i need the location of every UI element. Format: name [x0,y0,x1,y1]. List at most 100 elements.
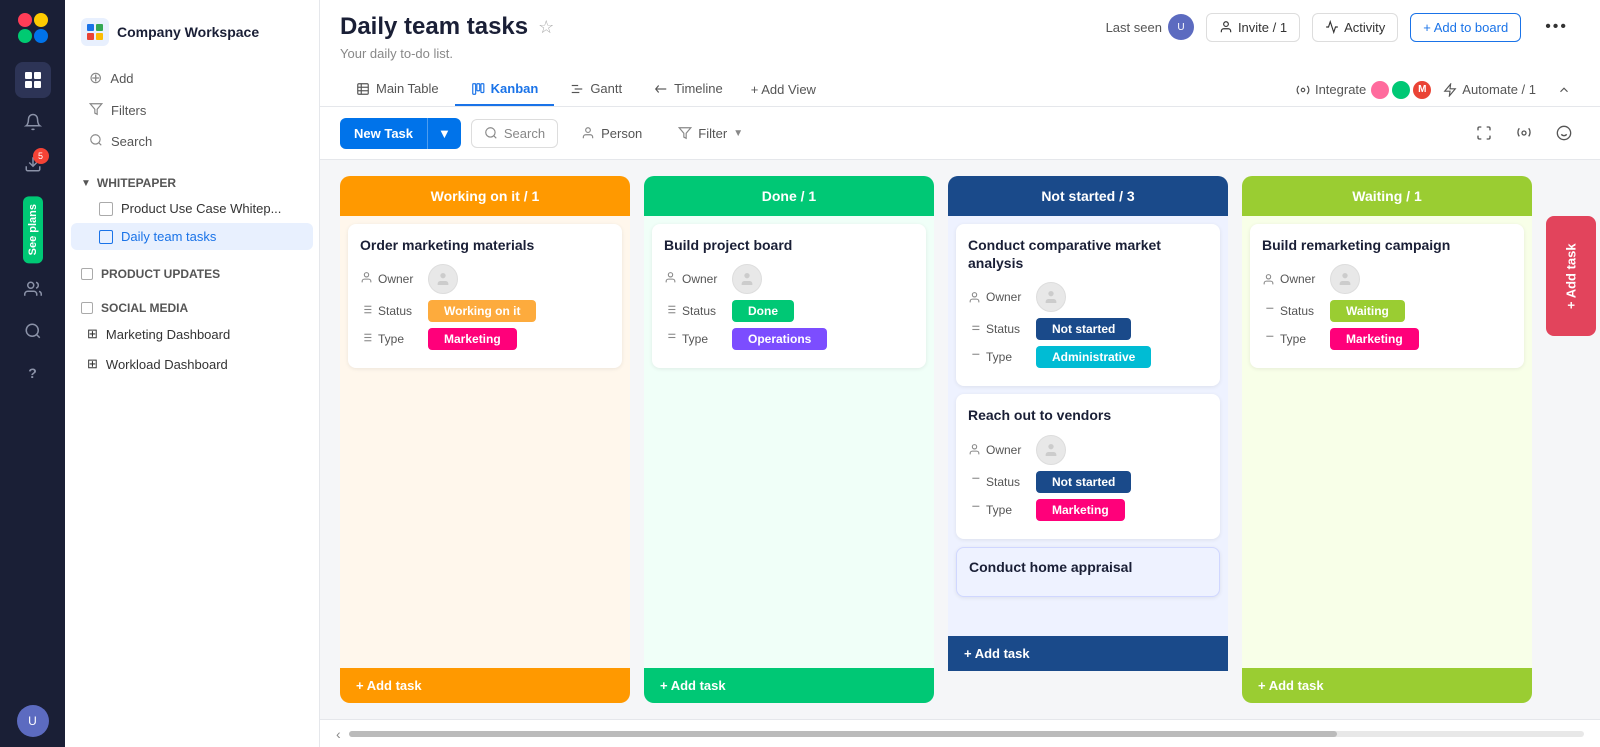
workspace-header[interactable]: Company Workspace [65,12,319,58]
tab-main-table[interactable]: Main Table [340,73,455,106]
collapse-button[interactable] [1548,74,1580,106]
search-label: Search [504,126,545,141]
add-to-board-button[interactable]: + Add to board [1410,13,1521,42]
col-footer-not-started[interactable]: + Add task [948,636,1228,671]
integrate-button[interactable]: Integrate M [1296,81,1431,99]
nav-question-icon[interactable]: ? [15,355,51,391]
type-badge-operations: Operations [732,328,827,350]
see-plans-btn[interactable]: See plans [23,196,43,263]
star-icon[interactable]: ☆ [538,17,554,38]
tabs-right: Integrate M Automate / 1 [1296,74,1580,106]
expand-icon[interactable] [1468,117,1500,149]
card-title: Conduct comparative market analysis [968,236,1208,272]
automate-button[interactable]: Automate / 1 [1443,82,1536,97]
card-build-remarketing[interactable]: Build remarketing campaign Owner [1250,224,1524,368]
column-done: Done / 1 Build project board Owner [644,176,934,703]
invite-label: Invite / 1 [1238,20,1287,35]
user-avatar[interactable]: U [17,705,49,737]
status-label: Status [1262,304,1322,318]
download-badge: 5 [33,148,49,164]
owner-avatar [428,264,458,294]
card-owner-field: Owner [1262,264,1512,294]
type-text: Type [682,332,708,346]
section-social-media: SOCIAL MEDIA [65,297,319,319]
last-seen-label: Last seen [1106,20,1162,35]
app-logo[interactable] [15,10,51,46]
section-social-media-header[interactable]: SOCIAL MEDIA [65,297,319,319]
subtitle: Your daily to-do list. [340,46,1580,61]
person-filter-button[interactable]: Person [568,119,655,148]
status-text: Status [1280,304,1314,318]
nav-download-icon[interactable]: 5 [15,146,51,182]
section-product-updates-header[interactable]: PRODUCT UPDATES [65,263,319,285]
tab-timeline-label: Timeline [674,81,723,96]
sidebar-item-daily-team-tasks[interactable]: Daily team tasks [71,223,313,250]
owner-avatar [1036,282,1066,312]
emoji-icon[interactable] [1548,117,1580,149]
type-text: Type [986,350,1012,364]
add-col-area: + Add task [1546,176,1596,703]
col-title-done: Done / 1 [762,188,816,204]
card-status-field: Status Working on it [360,300,610,322]
search-button[interactable]: Search [471,119,558,148]
type-badge-marketing-2: Marketing [1036,499,1125,521]
status-text: Status [986,322,1020,336]
sidebar-item-marketing-dashboard[interactable]: ⊞ Marketing Dashboard [71,320,313,348]
integration-icons: M [1371,81,1431,99]
top-header: Daily team tasks ☆ Last seen U Invite / … [320,0,1600,107]
card-order-marketing[interactable]: Order marketing materials Owner [348,224,622,368]
settings-icon[interactable] [1508,117,1540,149]
filter-button[interactable]: Filter ▼ [665,119,756,148]
status-label: Status [360,303,420,319]
more-options-button[interactable]: ••• [1533,12,1580,42]
nav-bell-icon[interactable] [15,104,51,140]
card-build-project-board[interactable]: Build project board Owner [652,224,926,368]
sidebar-item-workload-dashboard[interactable]: ⊞ Workload Dashboard [71,350,313,378]
section-whitepaper-header[interactable]: ▼ WHITEPAPER [65,172,319,194]
new-task-button[interactable]: New Task ▼ [340,118,461,149]
owner-label: Owner [1262,272,1322,286]
type-text: Type [1280,332,1306,346]
add-item[interactable]: ⊕ Add [81,62,303,94]
activity-button[interactable]: Activity [1312,13,1398,42]
new-task-arrow[interactable]: ▼ [427,118,461,149]
search-label: Search [111,134,152,149]
card-conduct-home-appraisal[interactable]: Conduct home appraisal [956,547,1220,597]
section-product-updates: PRODUCT UPDATES [65,263,319,285]
col-body-done: Build project board Owner [644,216,934,668]
owner-label: Owner [968,443,1028,457]
add-view-button[interactable]: + Add View [739,74,828,105]
new-task-label: New Task [340,118,427,149]
tab-kanban[interactable]: Kanban [455,73,555,106]
last-seen: Last seen U [1106,14,1194,40]
card-type-field: Type Marketing [968,499,1208,521]
add-col-button[interactable]: + Add task [1546,216,1596,336]
add-to-board-label: + Add to board [1423,20,1508,35]
scroll-left-icon[interactable]: ‹ [336,726,341,742]
card-conduct-comparative[interactable]: Conduct comparative market analysis Owne… [956,224,1220,386]
filters-item[interactable]: Filters [81,96,303,125]
col-footer-working-on-it[interactable]: + Add task [340,668,630,703]
card-reach-out-vendors[interactable]: Reach out to vendors Owner [956,394,1220,538]
invite-button[interactable]: Invite / 1 [1206,13,1300,42]
item-label: Product Use Case Whitep... [121,201,281,216]
sidebar-item-product-use-case[interactable]: Product Use Case Whitep... [71,195,313,222]
kanban-board: Working on it / 1 Order marketing materi… [320,160,1600,719]
nav-people-icon[interactable] [15,271,51,307]
tab-timeline[interactable]: Timeline [638,73,739,106]
tab-gantt[interactable]: Gantt [554,73,638,106]
add-task-working: + Add task [356,678,422,693]
col-footer-done[interactable]: + Add task [644,668,934,703]
search-item[interactable]: Search [81,127,303,156]
nav-grid-icon[interactable] [15,62,51,98]
checkbox-icon [81,268,93,280]
card-type-field: Type Marketing [1262,328,1512,350]
int-icon-2 [1392,81,1410,99]
col-footer-waiting[interactable]: + Add task [1242,668,1532,703]
tabs-left: Main Table Kanban Gantt [340,73,828,106]
col-body-working-on-it: Order marketing materials Owner [340,216,630,668]
type-icon [664,331,677,347]
card-owner-field: Owner [968,282,1208,312]
section-label: SOCIAL MEDIA [101,301,188,315]
nav-search-icon[interactable] [15,313,51,349]
